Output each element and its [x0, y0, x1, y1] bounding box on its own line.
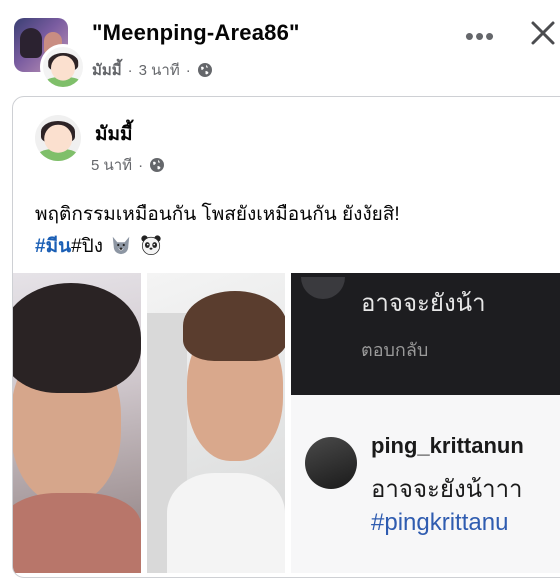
screenshot-reply-link: ตอบกลับ: [361, 340, 429, 360]
photo-hair: [13, 283, 141, 393]
original-post-meta: 5 นาที ·: [91, 153, 165, 177]
close-icon: [531, 21, 555, 45]
screenshot-user-avatar: [305, 437, 357, 489]
photo-1[interactable]: [13, 273, 141, 573]
screenshot-avatar-partial: [301, 277, 345, 299]
globe-icon[interactable]: [197, 62, 213, 78]
more-options-button[interactable]: •••: [462, 21, 498, 51]
post-text: พฤติกรรมเหมือนกัน โพสยังเหมือนกัน ยังงัย…: [35, 199, 555, 263]
screenshot-reply-text: อาจจะยังน้าาา: [371, 476, 523, 503]
post-hashtags: #มีน#ปิง: [35, 231, 555, 263]
photo-collage[interactable]: อาจจะยังน้า ตอบกลับ ping_krittanun อาจจะ…: [13, 273, 560, 573]
sharer-name[interactable]: มัมมี้: [92, 58, 122, 82]
meta-separator: ·: [185, 61, 191, 79]
photo-hair: [183, 291, 285, 361]
wolf-emoji-icon: [113, 236, 130, 255]
original-author-name[interactable]: มัมมี้: [95, 119, 133, 149]
photo-2[interactable]: [147, 273, 285, 573]
panda-emoji-icon: [140, 235, 161, 255]
original-post-card[interactable]: มัมมี้ 5 นาที · พฤติกรรมเหมือนกัน โพสยัง…: [12, 96, 560, 578]
hashtag-ping[interactable]: #ปิง: [71, 236, 103, 257]
photo-shirt: [167, 473, 285, 573]
photo-hand: [13, 493, 141, 573]
shared-post-header: "Meenping-Area86" มัมมี้ · 3 นาที · •••: [0, 0, 560, 92]
original-author-avatar[interactable]: [35, 115, 81, 161]
meta-separator: ·: [127, 61, 133, 79]
avatar-face: [44, 124, 72, 154]
share-meta: มัมมี้ · 3 นาที ·: [92, 58, 213, 82]
photo-3-screenshot[interactable]: อาจจะยังน้า ตอบกลับ ping_krittanun อาจจะ…: [291, 273, 560, 573]
screenshot-username: ping_krittanun: [371, 433, 524, 458]
meta-separator: ·: [138, 156, 144, 174]
avatar-face: [51, 55, 75, 81]
post-text-line: พฤติกรรมเหมือนกัน โพสยังเหมือนกัน ยังงัย…: [35, 204, 400, 225]
close-button[interactable]: [526, 16, 560, 50]
sharer-avatar[interactable]: [40, 44, 86, 90]
hashtag-meen[interactable]: #มีน: [35, 236, 71, 257]
share-time[interactable]: 3 นาที: [139, 58, 180, 82]
screenshot-dark-panel: อาจจะยังน้า ตอบกลับ: [291, 273, 560, 395]
original-post-time[interactable]: 5 นาที: [91, 153, 132, 177]
screenshot-hashtag: #pingkrittanu: [371, 509, 509, 536]
screenshot-comment: อาจจะยังน้า: [361, 290, 486, 317]
group-name[interactable]: "Meenping-Area86": [92, 20, 300, 46]
globe-icon[interactable]: [149, 157, 165, 173]
group-avatar-person-1: [20, 28, 42, 58]
